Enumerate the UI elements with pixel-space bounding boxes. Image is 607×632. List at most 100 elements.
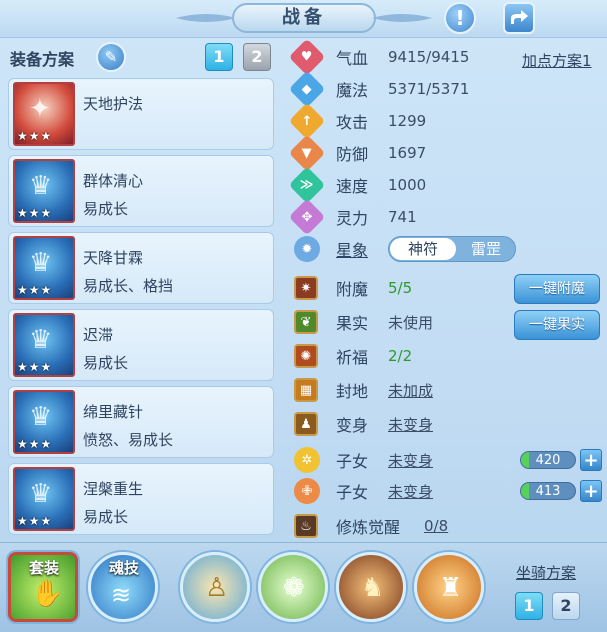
extra-label: 子女 bbox=[336, 483, 369, 502]
mount-skill-1[interactable]: ♙ bbox=[180, 552, 250, 622]
info-button[interactable]: ! bbox=[444, 2, 476, 34]
equipment-card[interactable]: ♛ ★★★ 涅槃重生 易成长 bbox=[8, 463, 274, 535]
figure-icon: ♙ bbox=[205, 573, 229, 603]
stat-row-attack: ↑ 攻击 1299 bbox=[288, 102, 426, 140]
left-wing-decoration bbox=[176, 14, 236, 22]
extra-value[interactable]: 未变身 bbox=[388, 450, 433, 471]
stat-row-hp: ♥ 气血 9415/9415 bbox=[288, 38, 469, 76]
one-click-enchant-button[interactable]: 一键附魔 bbox=[514, 274, 600, 304]
stat-row-mp: ◆ 魔法 5371/5371 bbox=[288, 70, 469, 108]
extra-value[interactable]: 未变身 bbox=[388, 414, 433, 435]
stat-value: 1697 bbox=[388, 144, 427, 162]
equipment-card[interactable]: ✦ ★★★ 天地护法 bbox=[8, 78, 274, 150]
equipment-plan-title: 装备方案 bbox=[10, 50, 75, 69]
defense-icon: ▼ bbox=[288, 134, 326, 172]
extra-label: 果实 bbox=[336, 314, 369, 333]
extra-label: 封地 bbox=[336, 382, 369, 401]
mount-plan-2-button[interactable]: 2 bbox=[552, 592, 580, 620]
card-trait: 易成长 bbox=[83, 200, 129, 218]
star-rating: ★★★ bbox=[17, 206, 53, 220]
extra-label: 子女 bbox=[336, 452, 369, 471]
card-name: 群体清心 bbox=[83, 172, 144, 190]
extra-value[interactable]: 未加成 bbox=[388, 380, 433, 401]
points-fill bbox=[521, 452, 529, 468]
extra-row-enchant: ✷ 附魔 5/5 bbox=[294, 274, 412, 302]
spirit-icon: ✥ bbox=[288, 198, 326, 236]
equipment-card[interactable]: ♛ ★★★ 绵里藏针 愤怒、易成长 bbox=[8, 386, 274, 458]
mount-skill-4[interactable]: ♜ bbox=[414, 552, 484, 622]
helmet-icon: ♛ ★★★ bbox=[13, 467, 75, 531]
glyph: ♛ bbox=[29, 479, 53, 509]
helmet-icon: ♛ ★★★ bbox=[13, 313, 75, 377]
extra-row-blessing: ✺ 祈福 2/2 bbox=[294, 342, 412, 370]
equipment-card-list: ✦ ★★★ 天地护法 ♛ ★★★ 群体清心 易成长 ♛ ★★★ 天降甘霖 易成长… bbox=[8, 78, 274, 540]
mount-plan-1-button[interactable]: 1 bbox=[515, 592, 543, 620]
mount-plan-title: 坐骑方案 bbox=[516, 564, 577, 582]
toggle-option-leigang[interactable]: 雷罡 bbox=[457, 238, 515, 260]
equipment-plan-2-button[interactable]: 2 bbox=[243, 43, 271, 71]
enchant-icon: ✷ bbox=[294, 276, 318, 300]
attack-icon: ↑ bbox=[288, 102, 326, 140]
one-click-fruit-button[interactable]: 一键果实 bbox=[514, 310, 600, 340]
guardian-skill-icon: ✦ ★★★ bbox=[13, 82, 75, 146]
child-points-value: 413 bbox=[535, 484, 561, 499]
star-compass-icon: ✹ bbox=[294, 236, 320, 262]
card-trait: 易成长 bbox=[83, 508, 129, 526]
mana-icon: ◆ bbox=[288, 70, 326, 108]
extra-row-fruit: ❦ 果实 未使用 bbox=[294, 308, 433, 336]
star-rating: ★★★ bbox=[17, 129, 53, 143]
blessing-icon: ✺ bbox=[294, 344, 318, 368]
share-button[interactable] bbox=[503, 2, 535, 34]
transform-icon: ♟ bbox=[294, 412, 318, 436]
fruit-icon: ❦ bbox=[294, 310, 318, 334]
extra-row-child-2: ✙ 子女 未变身 bbox=[294, 477, 433, 505]
stat-value: 5371/5371 bbox=[388, 80, 470, 98]
add-points-button[interactable]: + bbox=[580, 480, 602, 502]
helmet-icon: ♛ ★★★ bbox=[13, 390, 75, 454]
helmet-icon: ♛ ★★★ bbox=[13, 236, 75, 300]
constellation-label: 星象 bbox=[336, 241, 369, 260]
constellation-row: ✹ 星象 bbox=[294, 235, 368, 263]
soul-skill-button[interactable]: 魂技 ≋ bbox=[88, 552, 158, 622]
extra-value[interactable]: 0/8 bbox=[424, 517, 448, 535]
stat-row-speed: ≫ 速度 1000 bbox=[288, 166, 426, 204]
heart-icon: ♥ bbox=[288, 38, 326, 76]
points-fill bbox=[521, 483, 529, 499]
star-rating: ★★★ bbox=[17, 360, 53, 374]
star-rating: ★★★ bbox=[17, 437, 53, 451]
mount-skill-3[interactable]: ♞ bbox=[336, 552, 406, 622]
child-points-value: 420 bbox=[535, 453, 561, 468]
card-trait: 易成长、格挡 bbox=[83, 277, 174, 295]
stat-label: 速度 bbox=[336, 177, 369, 196]
card-name: 涅槃重生 bbox=[83, 480, 144, 498]
stat-row-spirit: ✥ 灵力 741 bbox=[288, 198, 417, 236]
extra-label: 附魔 bbox=[336, 280, 369, 299]
add-points-button[interactable]: + bbox=[580, 449, 602, 471]
extra-value: 未使用 bbox=[388, 313, 434, 332]
equipment-card[interactable]: ♛ ★★★ 迟滞 易成长 bbox=[8, 309, 274, 381]
star-rating: ★★★ bbox=[17, 514, 53, 528]
child-icon: ✲ bbox=[294, 447, 320, 473]
mount-skill-2[interactable]: ❁ bbox=[258, 552, 328, 622]
constellation-toggle[interactable]: 神符 雷罡 bbox=[388, 236, 516, 262]
equipment-card[interactable]: ♛ ★★★ 群体清心 易成长 bbox=[8, 155, 274, 227]
equipment-plan-1-button[interactable]: 1 bbox=[205, 43, 233, 71]
stat-value: 741 bbox=[388, 208, 417, 226]
glyph: ♛ bbox=[29, 402, 53, 432]
glyph: ♛ bbox=[29, 248, 53, 278]
suit-skill-button[interactable]: 套装 ✋ bbox=[8, 552, 78, 622]
stat-label: 魔法 bbox=[336, 81, 369, 100]
extra-label: 祈福 bbox=[336, 348, 369, 367]
soul-skill-label: 魂技 bbox=[108, 559, 139, 577]
equipment-card[interactable]: ♛ ★★★ 天降甘霖 易成长、格挡 bbox=[8, 232, 274, 304]
edit-button[interactable]: ✎ bbox=[96, 42, 126, 72]
attribute-plan-link[interactable]: 加点方案1 bbox=[522, 50, 592, 71]
warrior-icon: ♜ bbox=[439, 573, 463, 603]
extra-value: 2/2 bbox=[388, 347, 413, 365]
card-trait: 易成长 bbox=[83, 354, 129, 372]
star-rating: ★★★ bbox=[17, 283, 53, 297]
extra-value[interactable]: 未变身 bbox=[388, 481, 433, 502]
stat-label: 攻击 bbox=[336, 113, 369, 132]
plus-icon: + bbox=[583, 450, 599, 471]
toggle-option-shenfu[interactable]: 神符 bbox=[390, 238, 456, 260]
